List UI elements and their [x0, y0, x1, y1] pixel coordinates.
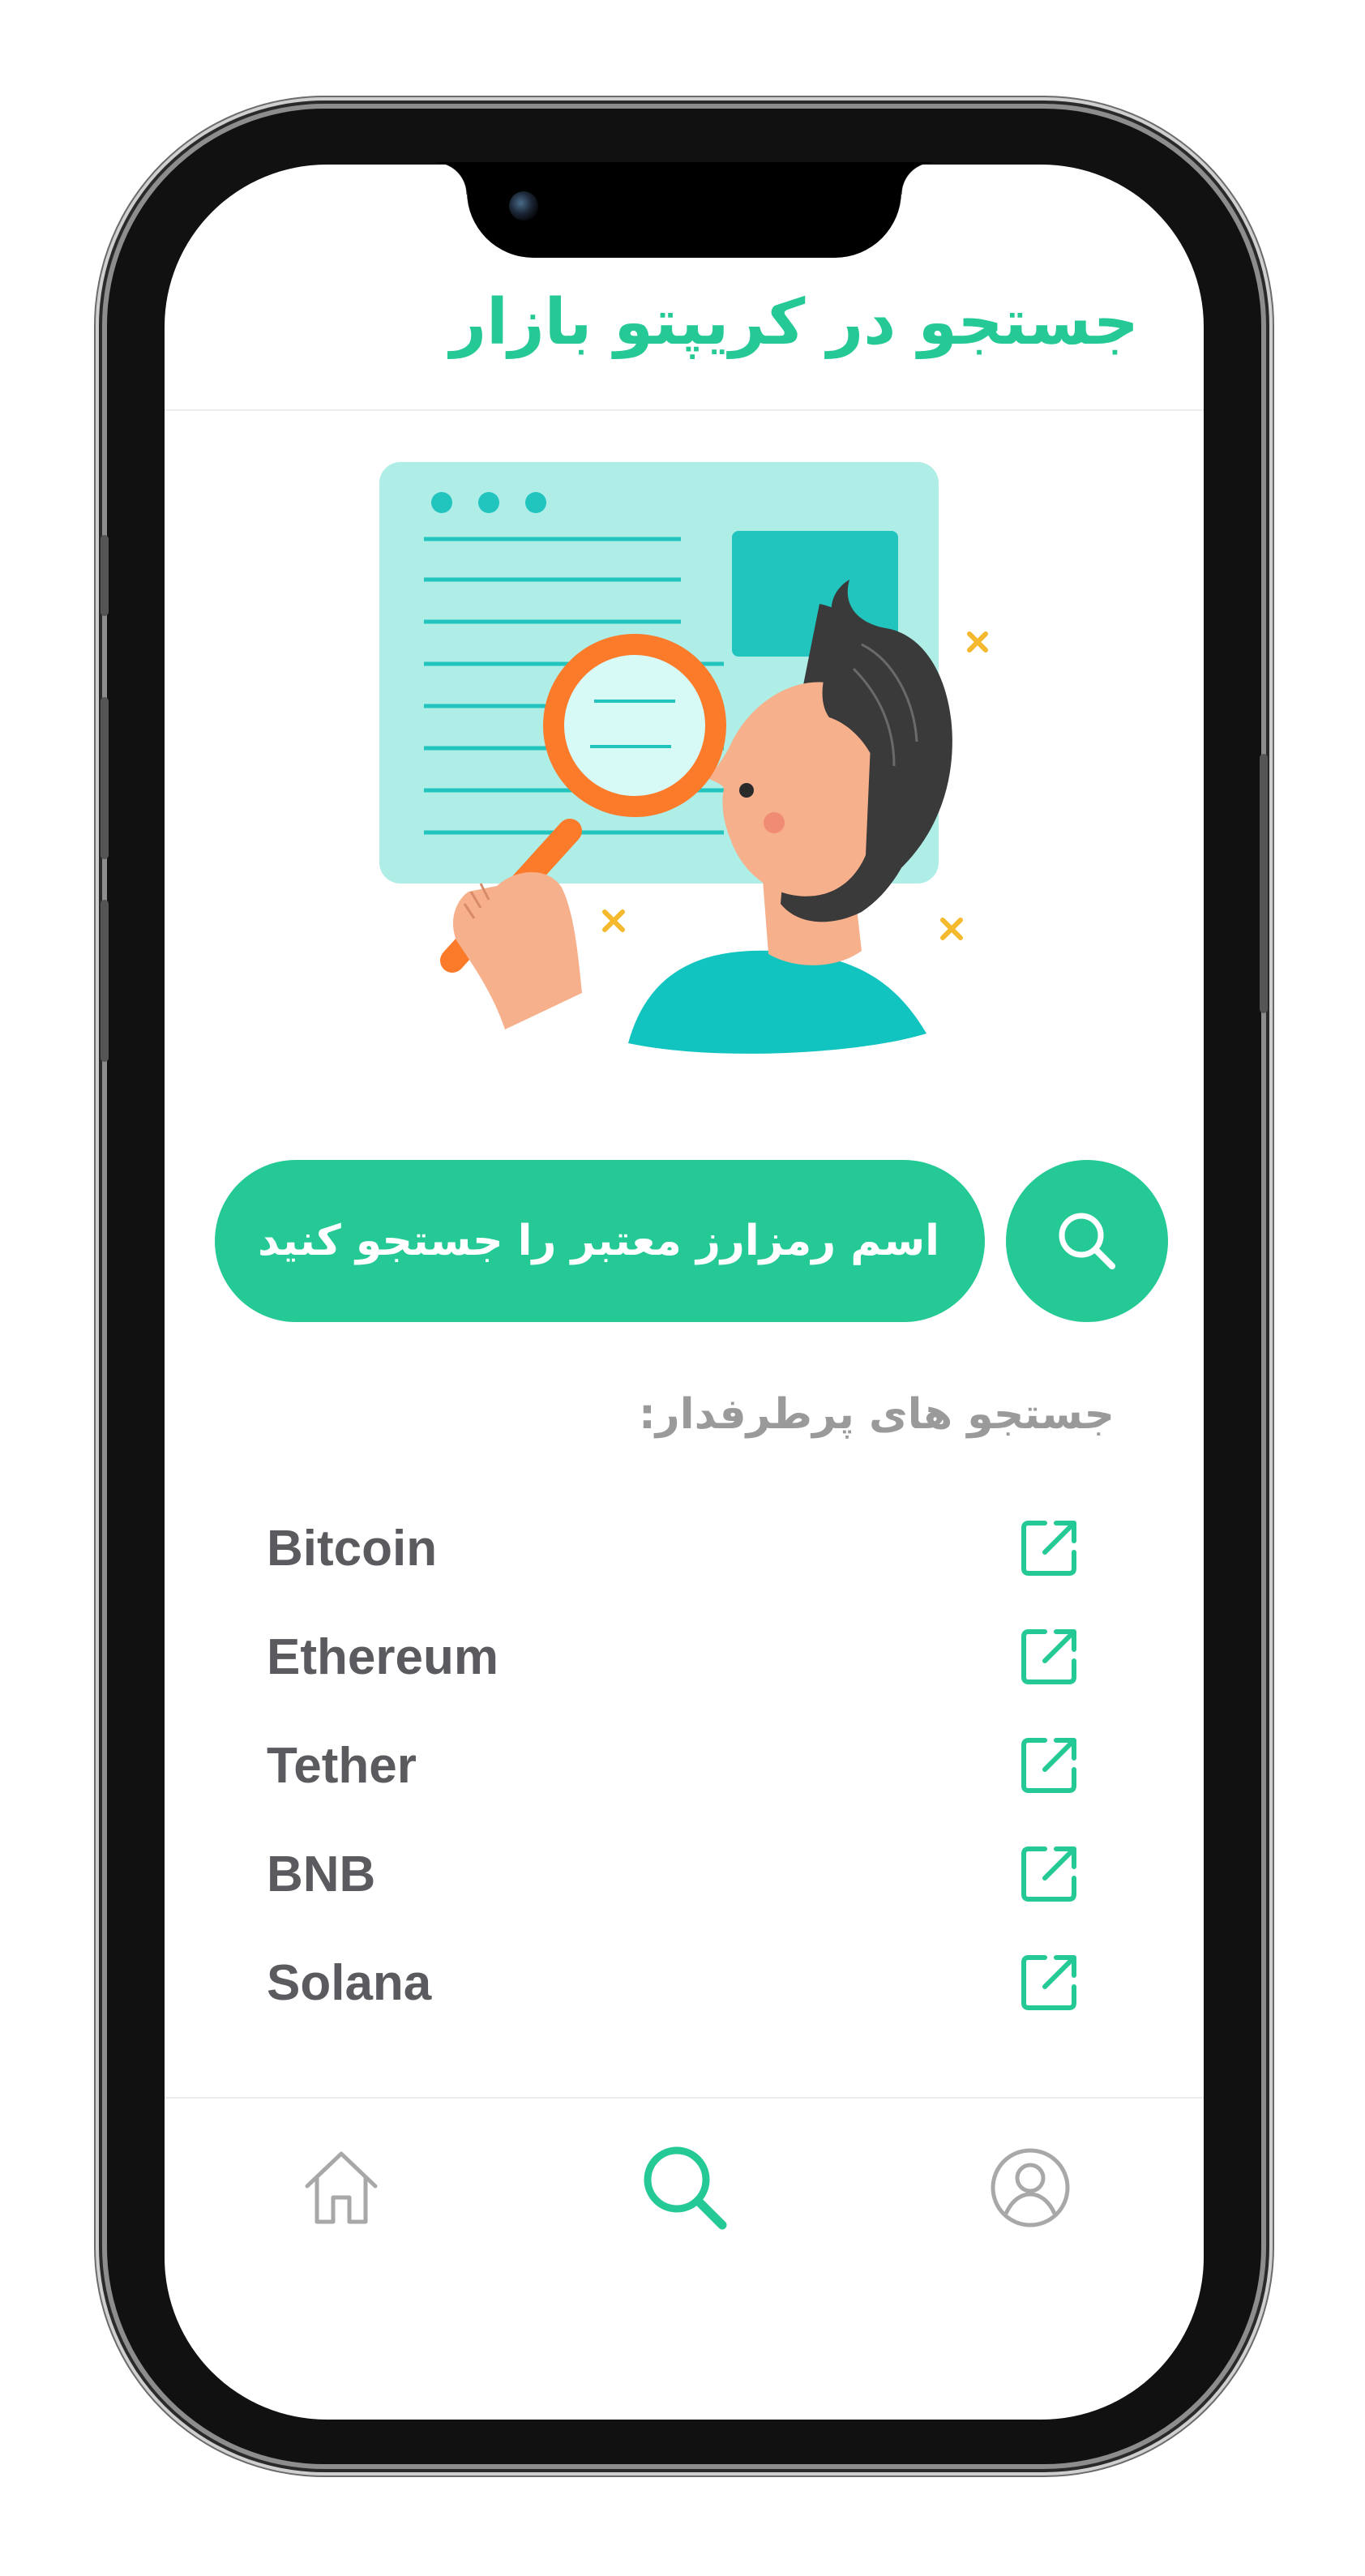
phone-power-button: [1260, 754, 1268, 1013]
external-link-icon[interactable]: [1017, 1625, 1080, 1688]
page-title: جستجو در کریپتو بازار: [450, 286, 1140, 359]
phone-screen: جستجو در کریپتو بازار اسم رمزارز معتبر ر…: [165, 165, 1204, 2420]
phone-silent-switch: [101, 535, 109, 616]
coin-name: Tether: [267, 1737, 417, 1794]
coin-name: Ethereum: [267, 1628, 499, 1685]
home-icon: [305, 2151, 378, 2224]
coin-name: Bitcoin: [267, 1520, 438, 1577]
list-item[interactable]: Tether: [267, 1711, 1080, 1820]
popular-searches-list: Bitcoin Ethereum Tether BNB Solana: [267, 1494, 1080, 2037]
external-link-icon[interactable]: [1017, 1517, 1080, 1580]
phone-volume-down-button: [101, 900, 109, 1062]
nav-home[interactable]: [293, 2139, 390, 2236]
phone-volume-up-button: [101, 697, 109, 859]
list-item[interactable]: Bitcoin: [267, 1494, 1080, 1603]
search-icon: [644, 2146, 727, 2230]
coin-name: BNB: [267, 1846, 376, 1902]
search-illustration: [379, 462, 988, 1054]
external-link-icon[interactable]: [1017, 1734, 1080, 1797]
nav-search[interactable]: [636, 2139, 734, 2236]
search-input[interactable]: [215, 1160, 985, 1322]
nav-profile[interactable]: [982, 2139, 1079, 2236]
bottom-nav: [165, 2139, 1204, 2253]
list-item[interactable]: Ethereum: [267, 1603, 1080, 1711]
bottom-nav-divider: [165, 2097, 1204, 2099]
list-item[interactable]: Solana: [267, 1928, 1080, 2037]
coin-name: Solana: [267, 1954, 432, 2011]
list-item[interactable]: BNB: [267, 1820, 1080, 1928]
search-icon: [1059, 1213, 1115, 1269]
front-camera: [509, 191, 538, 220]
search-button[interactable]: [1006, 1160, 1168, 1322]
search-bar: [215, 1160, 1168, 1322]
user-icon: [991, 2148, 1070, 2227]
external-link-icon[interactable]: [1017, 1842, 1080, 1906]
header-divider: [165, 409, 1204, 411]
popular-searches-title: جستجو های پرطرفدار:: [639, 1390, 1115, 1439]
external-link-icon[interactable]: [1017, 1951, 1080, 2014]
